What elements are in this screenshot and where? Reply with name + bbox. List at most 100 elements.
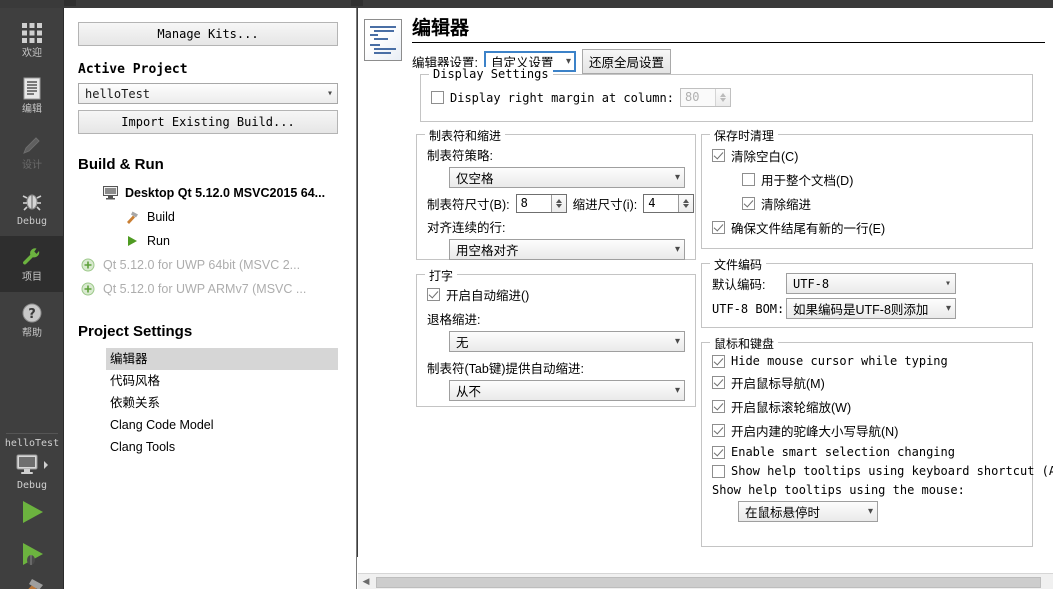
default-encoding-value: UTF-8 — [793, 276, 830, 291]
spinbox-arrows-icon[interactable] — [714, 89, 730, 106]
enable-scroll-wheel-zoom-checkbox[interactable] — [712, 400, 725, 413]
hammer-icon — [15, 575, 49, 589]
tab-size-spinbox[interactable]: 8 — [515, 194, 567, 213]
enable-mouse-navigation-checkbox[interactable] — [712, 376, 725, 389]
run-triangle-icon — [15, 497, 49, 530]
spinbox-arrows-icon[interactable] — [678, 195, 694, 212]
indent-size-spinbox[interactable]: 4 — [643, 194, 695, 213]
restore-global-settings-button[interactable]: 还原全局设置 — [581, 49, 671, 74]
show-tooltips-mouse-combobox[interactable]: 在鼠标悬停时 ▾ — [738, 501, 878, 522]
active-project-combobox[interactable]: helloTest ▾ — [78, 83, 338, 104]
align-continuation-label: 对齐连续的行: — [427, 221, 506, 235]
group-mouse-and-keyboard: 鼠标和键盘 Hide mouse cursor while typing 开启鼠… — [701, 335, 1053, 547]
mode-item-help[interactable]: ? 帮助 — [0, 292, 64, 348]
group-tabs-and-indentation: 制表符和缩进 制表符策略: 仅空格 ▾ 制表符尺寸(B): 8 缩进尺寸(i):… — [416, 127, 696, 260]
active-project-heading: Active Project — [78, 62, 188, 77]
mode-label-design: 设计 — [22, 160, 42, 171]
project-settings-pane: Manage Kits... Active Project helloTest … — [65, 8, 357, 589]
build-run-tree: Desktop Qt 5.12.0 MSVC2015 64... Build R… — [81, 181, 338, 301]
start-debugging-button[interactable] — [0, 535, 64, 575]
settings-item-code-style[interactable]: 代码风格 — [106, 370, 338, 392]
tree-item-kit-desktop[interactable]: Desktop Qt 5.12.0 MSVC2015 64... — [102, 181, 338, 205]
scrollbar-thumb[interactable] — [376, 576, 1042, 588]
clean-indentation-checkbox[interactable] — [742, 197, 755, 210]
utf8-bom-combobox[interactable]: 如果编码是UTF-8则添加 ▾ — [786, 298, 956, 319]
backspace-indentation-combobox[interactable]: 无 ▾ — [449, 331, 685, 352]
tab-key-indentation-value: 从不 — [456, 385, 482, 399]
ensure-newline-at-eof-label: 确保文件结尾有新的一行(E) — [731, 222, 886, 236]
clean-whitespace-label: 清除空白(C) — [731, 150, 799, 164]
run-controls: helloTest Debug — [0, 427, 64, 589]
mode-item-edit[interactable]: 编辑 — [0, 68, 64, 124]
indent-size-value: 4 — [648, 196, 656, 210]
mode-label-projects: 项目 — [22, 272, 42, 283]
pencil-icon — [21, 132, 43, 158]
import-existing-build-button[interactable]: Import Existing Build... — [78, 110, 338, 134]
chevron-down-icon: ▾ — [944, 278, 951, 289]
settings-item-editor[interactable]: 编辑器 — [106, 348, 338, 370]
chevron-down-icon: ▾ — [674, 244, 680, 255]
auto-indent-checkbox[interactable] — [427, 288, 440, 301]
mode-item-projects[interactable]: 项目 — [0, 236, 64, 292]
kit-chevron-icon — [42, 459, 50, 474]
mode-item-debug[interactable]: Debug — [0, 180, 64, 236]
tree-item-kit-uwp64[interactable]: Qt 5.12.0 for UWP 64bit (MSVC 2... — [80, 253, 338, 277]
enable-smart-selection-checkbox[interactable] — [712, 445, 725, 459]
wrench-icon — [21, 244, 43, 270]
page-header: 编辑器 编辑器设置: 自定义设置 ▾ 还原全局设置 — [358, 8, 1053, 74]
default-encoding-combobox[interactable]: UTF-8 ▾ — [786, 273, 956, 294]
tree-item-build[interactable]: Build — [124, 205, 338, 229]
group-file-encoding: 文件编码 默认编码: UTF-8 ▾ UTF-8 BOM: 如果编码是UTF-8… — [701, 256, 1033, 328]
scrollbar-track[interactable] — [374, 573, 1053, 589]
build-and-run-heading: Build & Run — [78, 156, 164, 173]
splitter-handle-right[interactable] — [351, 0, 363, 6]
tree-item-run[interactable]: Run — [124, 229, 338, 253]
desktop-monitor-icon — [102, 185, 118, 201]
clean-indentation-label: 清除缩进 — [761, 198, 812, 212]
scroll-left-arrow-icon[interactable]: ◀ — [358, 574, 374, 589]
tree-label-build: Build — [147, 210, 175, 224]
chevron-down-icon: ▾ — [674, 172, 680, 183]
splitter-handle-left[interactable] — [64, 0, 76, 6]
desktop-monitor-icon — [14, 453, 42, 480]
group-cleanup-on-save: 保存时清理 清除空白(C) 用于整个文档(D) 清除缩进 确保文件结尾有新的一行… — [701, 127, 1033, 249]
clean-whitespace-checkbox[interactable] — [712, 149, 725, 162]
run-button[interactable] — [0, 491, 64, 535]
align-continuation-combobox[interactable]: 用空格对齐 ▾ — [449, 239, 685, 260]
enable-scroll-wheel-zoom-label: 开启鼠标滚轮缩放(W) — [731, 401, 852, 415]
show-tooltips-keyboard-checkbox[interactable] — [712, 464, 725, 478]
kit-selector-button[interactable] — [0, 449, 64, 480]
page-title: 编辑器 — [412, 17, 1045, 43]
group-title-display-settings: Display Settings — [429, 67, 553, 81]
hide-mouse-cursor-label: Hide mouse cursor while typing — [731, 354, 948, 368]
hide-mouse-cursor-checkbox[interactable] — [712, 354, 725, 368]
manage-kits-button[interactable]: Manage Kits... — [78, 22, 338, 46]
horizontal-scrollbar[interactable]: ◀ — [358, 573, 1053, 589]
qt-creator-window: 欢迎 编辑 设计 Debug 项目 ? 帮助 helloTest Debug M… — [0, 0, 1053, 589]
tab-policy-combobox[interactable]: 仅空格 ▾ — [449, 167, 685, 188]
tree-item-kit-uwparmv7[interactable]: Qt 5.12.0 for UWP ARMv7 (MSVC ... — [80, 277, 338, 301]
tab-size-label: 制表符尺寸(B): — [427, 198, 510, 212]
group-title-mouse-keyboard: 鼠标和键盘 — [710, 335, 779, 352]
in-entire-document-checkbox[interactable] — [742, 173, 755, 186]
chevron-down-icon: ▾ — [326, 88, 333, 99]
mode-item-welcome[interactable]: 欢迎 — [0, 12, 64, 68]
group-title-tabs-indentation: 制表符和缩进 — [425, 127, 506, 144]
group-typing: 打字 开启自动缩进() 退格缩进: 无 ▾ 制表符(Tab键)提供自动缩进: 从… — [416, 267, 696, 407]
enable-smart-selection-label: Enable smart selection changing — [731, 445, 955, 459]
spinbox-arrows-icon[interactable] — [550, 195, 566, 212]
right-margin-column-spinbox[interactable]: 80 — [679, 88, 731, 107]
enable-camel-case-navigation-checkbox[interactable] — [712, 424, 725, 437]
bug-icon — [21, 188, 43, 214]
display-right-margin-checkbox[interactable] — [431, 91, 444, 104]
settings-item-clang-tools[interactable]: Clang Tools — [106, 436, 338, 458]
editor-settings-page: 编辑器 编辑器设置: 自定义设置 ▾ 还原全局设置 Display Settin… — [358, 8, 1053, 557]
build-project-button[interactable] — [0, 575, 64, 589]
settings-item-clang-code-model[interactable]: Clang Code Model — [106, 414, 338, 436]
tab-key-indentation-combobox[interactable]: 从不 ▾ — [449, 380, 685, 401]
ensure-newline-at-eof-checkbox[interactable] — [712, 221, 725, 234]
settings-item-dependencies[interactable]: 依赖关系 — [106, 392, 338, 414]
build-configuration-label: Debug — [16, 480, 48, 491]
project-settings-heading: Project Settings — [78, 323, 193, 340]
enable-mouse-navigation-label: 开启鼠标导航(M) — [731, 377, 825, 391]
